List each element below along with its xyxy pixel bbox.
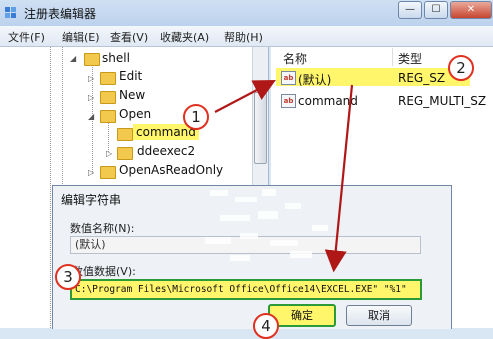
step-callout-2: 2	[448, 55, 474, 81]
step-callout-3: 3	[55, 264, 81, 290]
step-callout-4: 4	[253, 313, 279, 339]
step-callout-1: 1	[183, 104, 209, 130]
